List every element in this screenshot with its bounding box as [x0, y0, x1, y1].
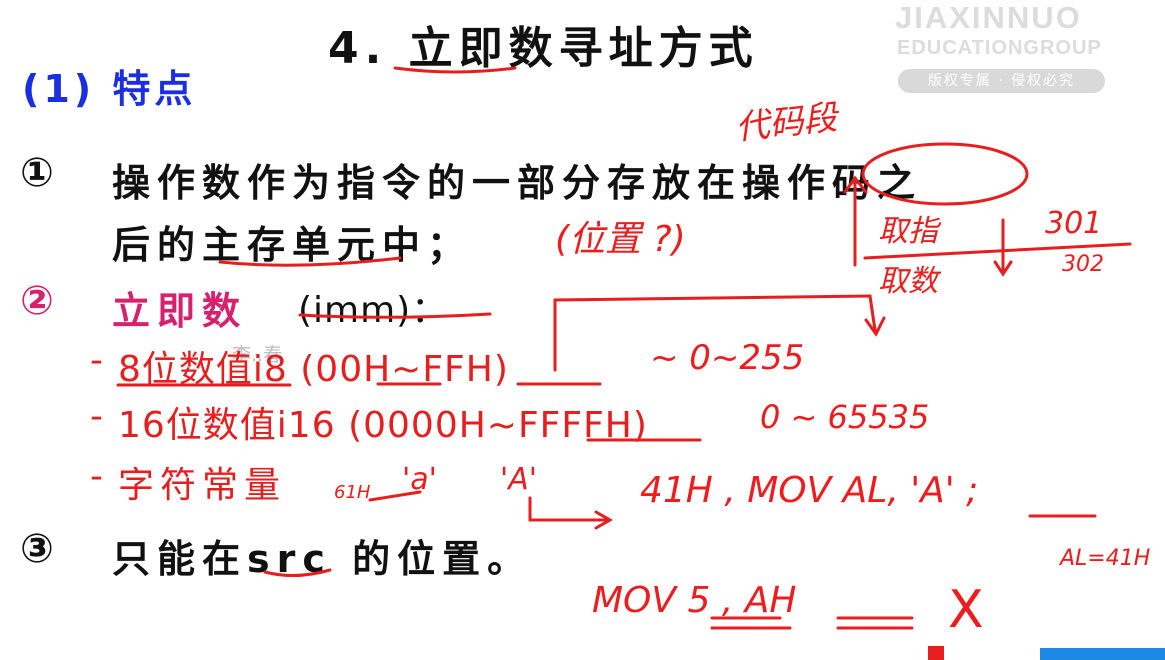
imm-to-range-line: [553, 294, 886, 372]
fetch-down-arrow: [993, 218, 1013, 277]
ah-underline: [836, 616, 914, 630]
corner-logo-strip: [1040, 648, 1165, 660]
storage-underline: [218, 256, 402, 267]
ink-overlay: [116, 66, 1132, 630]
fetch-divider: [863, 242, 1132, 260]
fetch-arrow: [843, 175, 868, 267]
opcode-circle: [861, 142, 1029, 206]
char-arrow-right: [528, 496, 614, 530]
title-underline: [393, 66, 517, 74]
mov-5-underline: [710, 616, 792, 630]
imm-underline: [298, 312, 492, 319]
src-underline: [263, 568, 332, 578]
char-arrow-left: [368, 490, 422, 502]
corner-red-mark: [928, 646, 944, 660]
